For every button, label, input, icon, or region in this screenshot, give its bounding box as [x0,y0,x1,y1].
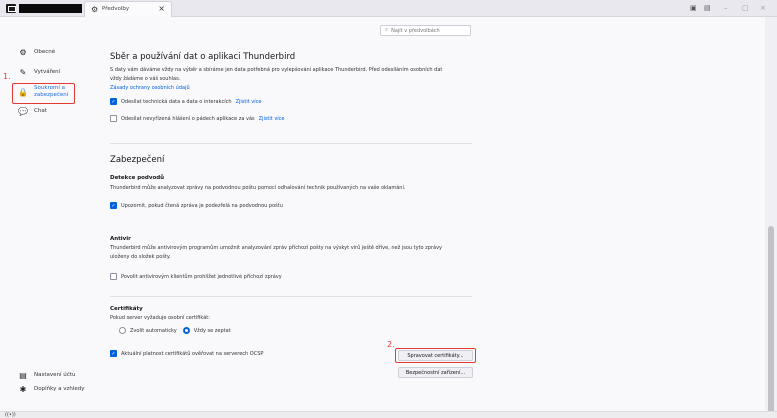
annotation-number-2: 2. [387,340,395,349]
app-menu-icon[interactable] [6,4,16,13]
ocsp-checkbox[interactable]: ✓ [110,350,117,357]
sidebar-item-label: Chat [34,108,47,114]
scam-warning-label: Upozornit, pokud čtená zpráva je podezře… [121,202,283,209]
radio-select-auto[interactable] [119,327,126,334]
annotation-number-1: 1. [3,72,11,81]
gear-icon: ⚙ [19,47,27,57]
telemetry-checkbox[interactable]: ✓ [110,98,117,105]
scam-detection-heading: Detekce podvodů [110,175,165,181]
pen-icon: ✎ [19,67,27,77]
layout-icon[interactable]: ▣ [690,3,697,13]
security-devices-button[interactable]: Bezpečnostní zařízení... [398,367,473,378]
crash-report-checkbox[interactable] [110,115,117,122]
sidebar-item-account-settings[interactable]: ▤ Nastavení účtu [18,369,75,381]
tab-title: Předvolby [102,6,130,12]
scam-warning-option[interactable]: ✓ Upozornit, pokud čtená zpráva je podez… [110,202,283,209]
status-bar: ((•)) [0,411,777,418]
sidebar-item-chat[interactable]: 💬 Chat [18,105,47,117]
pane-icon[interactable]: ▤ [704,3,711,13]
title-bar: ⚙ Předvolby × ▣ ▤ – ▢ × [0,0,777,17]
scrollbar-thumb[interactable] [768,226,774,418]
certificates-heading: Certifikáty [110,306,143,312]
radio-ask-label: Vždy se zeptat [193,327,231,334]
redacted-account [19,4,82,13]
antivirus-checkbox[interactable] [110,273,117,280]
data-collection-description: S daty vám dáváme vždy na výběr a sbírám… [110,67,443,82]
ocsp-label: Aktuální platnost certifikátů ověřovat n… [121,350,264,357]
privacy-policy-link[interactable]: Zásady ochrany osobních údajů [110,84,190,93]
telemetry-label: Odesílat technická data a data o interak… [121,98,232,105]
scam-warning-checkbox[interactable]: ✓ [110,202,117,209]
cert-radio-group: Zvolit automaticky Vždy se zeptat [119,327,231,334]
sidebar-item-label: Doplňky a vzhledy [34,386,85,392]
scam-detection-description: Thunderbird může analyzovat zprávy na po… [110,185,406,191]
search-field[interactable] [391,27,462,34]
tab-preferences[interactable]: ⚙ Předvolby × [84,1,172,17]
radio-always-ask[interactable] [182,327,190,334]
puzzle-icon: ✱ [19,384,27,394]
ocsp-option[interactable]: ✓ Aktuální platnost certifikátů ověřovat… [110,350,263,357]
radio-auto-label: Zvolit automaticky [130,327,177,334]
sidebar-item-label: Nastavení účtu [34,372,76,378]
tab-close-button[interactable]: × [158,4,165,14]
crash-learn-more-link[interactable]: Zjistit více [259,116,285,122]
crash-report-option[interactable]: Odesílat nevyřízená hlášení o pádech apl… [110,115,285,122]
antivirus-description: Thunderbird může antivirovým programům u… [110,245,443,260]
section-divider [110,296,472,297]
search-icon: ⌕ [385,27,389,33]
telemetry-learn-more-link[interactable]: Zjistit více [236,99,262,105]
minimize-button[interactable]: – [724,3,728,13]
sidebar-item-general[interactable]: ⚙ Obecné [18,46,55,58]
activity-icon[interactable]: ((•)) [5,412,16,418]
antivirus-option[interactable]: Povolit antivirovým klientům prohlížet j… [110,273,282,280]
annotation-box-1 [12,83,75,104]
account-icon: ▤ [19,370,27,380]
antivirus-heading: Antivir [110,236,131,242]
sidebar-item-label: Obecné [34,49,56,55]
sidebar-item-addons[interactable]: ✱ Doplňky a vzhledy [18,383,85,395]
section-divider [110,143,472,144]
manage-certificates-button[interactable]: Spravovat certifikáty... [398,350,473,361]
maximize-button[interactable]: ▢ [742,3,749,13]
chat-icon: 💬 [18,106,28,116]
close-window-button[interactable]: × [760,3,766,13]
certificates-description: Pokud server vyžaduje osobní certifikát: [110,315,210,321]
search-input[interactable]: ⌕ [380,25,471,36]
telemetry-option[interactable]: ✓ Odesílat technická data a data o inter… [110,98,261,105]
sidebar-item-label: Vytváření [34,69,61,75]
sidebar: ⚙ Obecné ✎ Vytváření 🔒 Soukromí a zabezp… [0,17,97,411]
section-title-security: Zabezpečení [110,155,165,165]
crash-report-label: Odesílat nevyřízená hlášení o pádech apl… [121,115,255,122]
scrollbar[interactable] [765,17,777,418]
sidebar-item-composition[interactable]: ✎ Vytváření [18,66,61,78]
antivirus-label: Povolit antivirovým klientům prohlížet j… [121,273,282,280]
gear-icon: ⚙ [91,5,99,14]
section-title-data-collection: Sběr a používání dat o aplikaci Thunderb… [110,52,296,62]
